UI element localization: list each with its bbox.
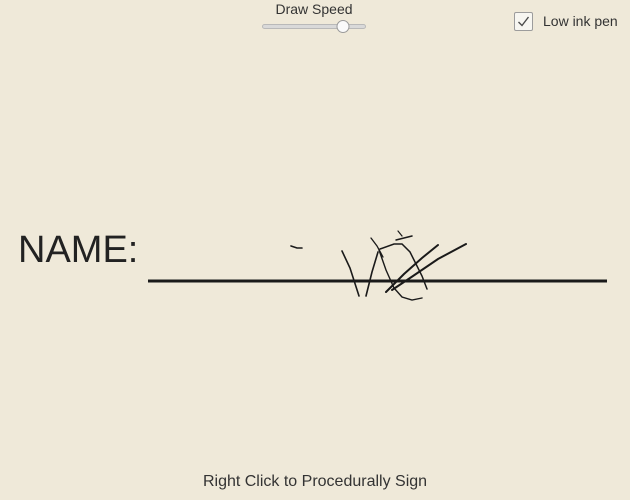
signature-strokes — [290, 230, 467, 301]
sign-hint: Right Click to Procedurally Sign — [202, 473, 428, 490]
signature-area[interactable] — [0, 0, 630, 500]
